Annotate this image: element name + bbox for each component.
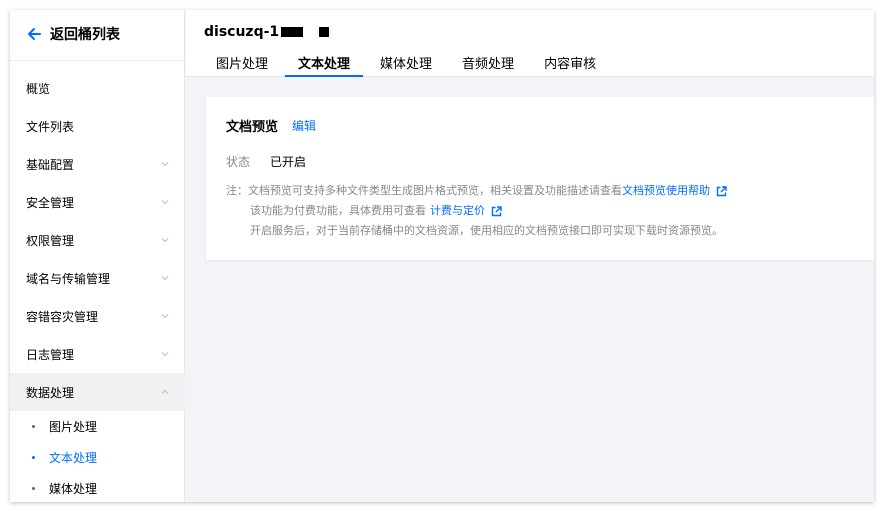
sidebar-item-file-list[interactable]: 文件列表 [10,107,185,145]
sidebar-divider [10,60,185,61]
submenu-item-media-processing[interactable]: 媒体处理 [10,473,185,502]
page-header: discuzq-1 图片处理 文本处理 媒体处理 音频处理 内容审核 [186,10,874,77]
tab-text-processing[interactable]: 文本处理 [285,48,364,77]
sidebar-item-security[interactable]: 安全管理 [10,183,185,221]
tab-label: 图片处理 [216,57,269,72]
arrow-left-icon [28,28,41,40]
sidebar-item-label: 基础配置 [26,157,75,172]
sidebar-item-overview[interactable]: 概览 [10,69,185,107]
tab-bar: 图片处理 文本处理 媒体处理 音频处理 内容审核 [204,48,613,77]
sidebar: 返回桶列表 概览 文件列表 基础配置 安全管理 权限管理 域名与传输管理 容错容… [10,10,185,502]
sidebar-item-permissions[interactable]: 权限管理 [10,221,185,259]
edit-link[interactable]: 编辑 [292,117,316,134]
submenu-item-image-processing[interactable]: 图片处理 [10,411,185,442]
external-link-icon[interactable] [491,205,502,217]
sidebar-item-label: 域名与传输管理 [26,271,111,286]
note-block: 注：文档预览可支持多种文件类型生成图片格式预览，相关设置及功能描述请查看 文档预… [226,181,727,241]
redaction-block [281,27,304,37]
tab-media-processing[interactable]: 媒体处理 [367,48,445,77]
tab-audio-processing[interactable]: 音频处理 [449,48,527,77]
status-row: 状态 已开启 [226,153,306,170]
external-link-icon[interactable] [716,185,727,197]
tab-image-processing[interactable]: 图片处理 [204,48,281,77]
status-label: 状态 [226,155,251,169]
note-line: 注：文档预览可支持多种文件类型生成图片格式预览，相关设置及功能描述请查看 文档预… [226,181,727,201]
submenu-item-label: 文本处理 [49,451,98,465]
note-line: 开启服务后，对于当前存储桶中的文档资源，使用相应的文档预览接口即可实现下载时资源… [226,221,727,241]
note-text: 注：文档预览可支持多种文件类型生成图片格式预览，相关设置及功能描述请查看 [226,184,622,197]
chevron-up-icon [161,389,169,394]
sidebar-item-fault-tolerance[interactable]: 容错容灾管理 [10,297,185,335]
bullet-icon [32,425,35,428]
chevron-down-icon [161,314,169,319]
sidebar-item-data-processing[interactable]: 数据处理 [10,373,185,411]
app-window: 返回桶列表 概览 文件列表 基础配置 安全管理 权限管理 域名与传输管理 容错容… [10,10,874,502]
sidebar-item-label: 安全管理 [26,195,75,210]
back-to-bucket-list-button[interactable]: 返回桶列表 [26,22,120,46]
sidebar-item-label: 文件列表 [26,119,75,134]
chevron-down-icon [161,162,169,167]
document-preview-card: 文档预览 编辑 状态 已开启 注：文档预览可支持多种文件类型生成图片格式预览，相… [206,97,874,260]
pricing-link[interactable]: 计费与定价 [430,201,485,221]
note-text: 开启服务后，对于当前存储桶中的文档资源，使用相应的文档预览接口即可实现下载时资源… [250,224,723,237]
redaction-block [319,27,330,37]
back-label: 返回桶列表 [50,27,120,43]
bucket-name-text: discuzq-1 [204,24,280,40]
note-text: 该功能为付费功能，具体费用可查看 [250,204,426,217]
sidebar-item-domain-transfer[interactable]: 域名与传输管理 [10,259,185,297]
tab-label: 内容审核 [544,57,597,72]
sidebar-menu: 概览 文件列表 基础配置 安全管理 权限管理 域名与传输管理 容错容灾管理 日志… [10,69,185,502]
tab-label: 文本处理 [298,57,351,72]
card-title: 文档预览 [226,120,279,135]
sidebar-item-basic-config[interactable]: 基础配置 [10,145,185,183]
status-value: 已开启 [270,155,307,169]
card-title-row: 文档预览 编辑 [226,116,316,135]
bullet-icon [32,456,35,459]
doc-preview-help-link[interactable]: 文档预览使用帮助 [622,181,710,201]
tab-label: 媒体处理 [380,57,433,72]
chevron-down-icon [161,200,169,205]
tab-label: 音频处理 [462,57,515,72]
note-line: 该功能为付费功能，具体费用可查看 计费与定价 [226,201,727,221]
sidebar-item-label: 权限管理 [26,233,75,248]
chevron-down-icon [161,352,169,357]
sidebar-item-logs[interactable]: 日志管理 [10,335,185,373]
sidebar-item-label: 日志管理 [26,347,75,362]
submenu-item-label: 图片处理 [49,420,98,434]
bullet-icon [32,487,35,490]
sidebar-item-label: 概览 [26,81,51,96]
chevron-down-icon [161,276,169,281]
sidebar-item-label: 数据处理 [26,385,75,400]
bucket-name: discuzq-1 [204,24,330,40]
sidebar-item-label: 容错容灾管理 [26,309,99,324]
submenu-item-label: 媒体处理 [49,482,98,496]
chevron-down-icon [161,238,169,243]
submenu-item-text-processing[interactable]: 文本处理 [10,442,185,473]
tab-content-moderation[interactable]: 内容审核 [531,48,609,77]
